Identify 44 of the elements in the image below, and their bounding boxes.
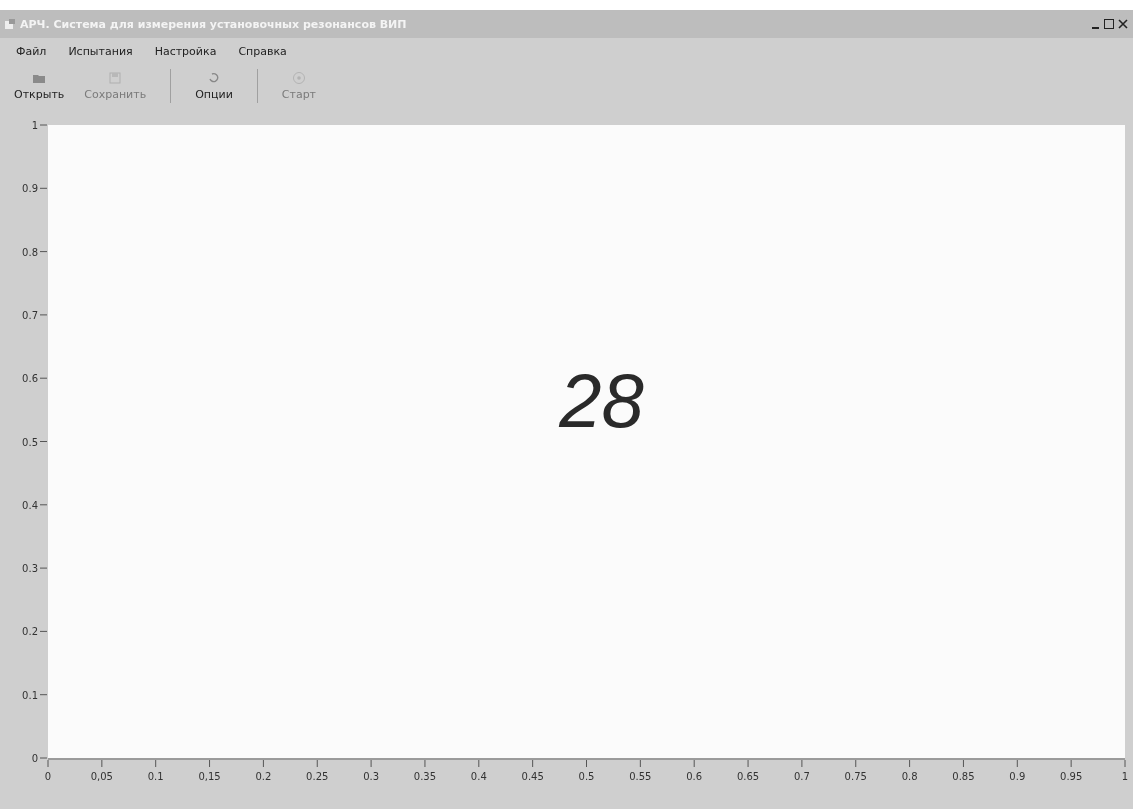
menu-item[interactable]: Настройка: [152, 43, 219, 59]
axis-label: 0.2: [22, 626, 38, 638]
axis-label: 0.3: [363, 771, 380, 782]
axis-label: 0,05: [90, 771, 113, 782]
axis-label: 0.7: [22, 309, 38, 321]
menu-item[interactable]: Испытания: [66, 43, 135, 59]
play-icon: [291, 71, 306, 85]
toolbar-button[interactable]: Опции: [185, 69, 243, 103]
axis-label: 0.1: [22, 689, 38, 701]
axis-label: 0.6: [22, 373, 38, 385]
menu-item[interactable]: Файл: [14, 43, 49, 59]
axis-label: 0: [31, 753, 38, 764]
axis-label: 0.2: [255, 771, 272, 782]
axis-label: 1: [31, 120, 38, 131]
axis-label: 0.35: [413, 771, 437, 782]
axis-label: 0.55: [629, 771, 652, 782]
maximize-icon[interactable]: [1103, 18, 1115, 30]
axis-label: 0.65: [736, 771, 760, 782]
axis-label: 0.95: [1060, 771, 1083, 782]
save-icon: [108, 71, 123, 85]
axis-label: 0.9: [22, 183, 38, 195]
page-number: 28: [559, 357, 644, 443]
axis-label: 0.5: [578, 771, 595, 782]
axis-label: 0.4: [470, 771, 487, 782]
axis-label: 0.8: [901, 771, 918, 782]
axis-label: 0.45: [521, 771, 544, 782]
axis-label: 0.8: [22, 246, 38, 258]
axis-label: 0.5: [22, 436, 38, 448]
app-icon: [4, 18, 16, 30]
axis-label: 0.3: [22, 563, 38, 575]
menu-item[interactable]: Справка: [236, 43, 289, 59]
axis-label: 0.7: [793, 771, 810, 782]
axis-label: 0.75: [844, 771, 867, 782]
axis-label: 0.85: [952, 771, 975, 782]
axis-label: 1: [1121, 771, 1129, 782]
axis-label: 0.6: [686, 771, 703, 782]
close-icon[interactable]: [1117, 18, 1129, 30]
axis-label: 0.25: [306, 771, 329, 782]
toolbar-button[interactable]: Открыть: [4, 69, 75, 103]
axis-label: 0.4: [22, 499, 38, 511]
axis-label: 0,15: [198, 771, 221, 782]
axis-label: 0.9: [1009, 771, 1026, 782]
axis-label: 0: [44, 771, 52, 782]
axis-label: 0.1: [147, 771, 164, 782]
